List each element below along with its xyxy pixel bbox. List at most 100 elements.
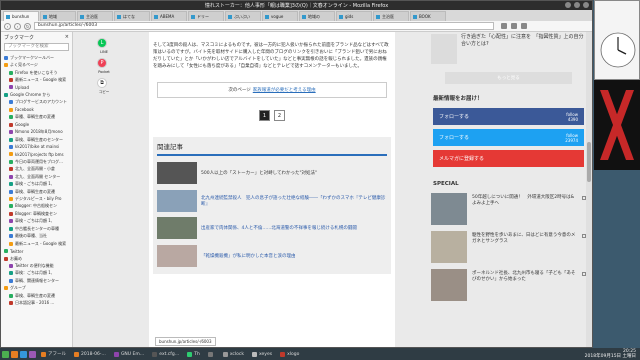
bookmark-item[interactable]: 中古艦長センターの車種: [1, 225, 72, 232]
tab[interactable]: BOOK: [410, 11, 446, 21]
recommended-article[interactable]: 行き過ぎた「心配性」に注意を 「指図性質」上の自分合い方とは?: [431, 32, 586, 66]
bookmark-item[interactable]: 車検、車輌生産の変遷: [1, 292, 72, 299]
bookmark-item[interactable]: 車輌、関連情報センター: [1, 277, 72, 284]
bookmark-item[interactable]: 最新ニュース - Google 検索: [1, 240, 72, 247]
scrollbar-thumb[interactable]: [587, 142, 591, 182]
more-button[interactable]: もっと見る: [445, 72, 572, 84]
line-share-icon[interactable]: L: [97, 38, 107, 48]
line-share-label: LINE: [100, 50, 108, 54]
close-button[interactable]: [583, 2, 589, 8]
window-titlebar[interactable]: 憧れストーカー：他人事形「親は職業]3の(Q)｜文春オンライン - Mozill…: [1, 1, 592, 10]
minimize-button[interactable]: [565, 2, 571, 8]
related-item[interactable]: 出産家で肉体関係、4人と不倫……北海道警の不祥事を報じ続ける札幌の闘闘: [157, 215, 387, 241]
related-item[interactable]: 500人以上の「ストーカー」と対峙してわかった"対処法": [157, 160, 387, 186]
bookmark-item[interactable]: 北九、全面再開 センター: [1, 173, 72, 180]
bookmark-item[interactable]: グループ: [1, 285, 72, 292]
bookmark-item[interactable]: 車検：ごちは月額 1,: [1, 270, 72, 277]
bookmark-item[interactable]: Upload: [1, 84, 72, 91]
address-bar[interactable]: bunshun.jp/articles/-/6003: [34, 22, 494, 30]
tab[interactable]: 地域の: [299, 11, 335, 21]
bookmark-item[interactable]: お薦め: [1, 255, 72, 262]
special-item[interactable]: ポーネルンド社長、北九州市も寝る「子ども「あそびのせかい」から始まった: [431, 269, 586, 305]
taskbar-task[interactable]: GNU Em…: [111, 350, 147, 359]
bookmark-item[interactable]: Google Chrome から: [1, 91, 72, 98]
bookmark-item[interactable]: 車検・ごちは月額 1,: [1, 218, 72, 225]
bookmark-item[interactable]: Nmono 2018年8月mono: [1, 128, 72, 135]
next-page-link[interactable]: 家族報道が必要だと考える理由: [253, 87, 316, 93]
taskbar-task[interactable]: ext.cfg…: [149, 350, 182, 359]
page-2-button[interactable]: 2: [274, 110, 285, 121]
bookmark-item[interactable]: 今日の車両運用をブログ…: [1, 158, 72, 165]
bookmark-item[interactable]: ブログサービスのアカウント: [1, 99, 72, 106]
tab[interactable]: 主治医: [373, 11, 409, 21]
tab[interactable]: ぶいぶい: [225, 11, 261, 21]
bookmark-item[interactable]: 車検、車輌生産の変遷: [1, 188, 72, 195]
tab[interactable]: bunshun: [3, 11, 39, 21]
bookmark-item[interactable]: Google: [1, 121, 72, 128]
bookmark-item[interactable]: Twitter: [1, 247, 72, 254]
pocket-share-icon[interactable]: P: [97, 58, 107, 68]
taskbar-task[interactable]: xeyes: [249, 350, 275, 359]
taskbar-clock[interactable]: 20:25 2018年09月15日 土曜日: [585, 349, 638, 359]
bookmark-icon: [9, 85, 13, 90]
bookmark-label: 車検、車輌生産のセンター: [15, 136, 63, 142]
bookmark-item[interactable]: Blogger: 中古船検セン: [1, 203, 72, 210]
terminal-launcher-icon[interactable]: [29, 350, 36, 358]
close-icon[interactable]: ×: [65, 34, 69, 40]
reload-button[interactable]: ↻: [24, 22, 31, 30]
bookmark-item[interactable]: 最新ニュース - Google 検索: [1, 76, 72, 83]
bookmark-item[interactable]: 車検・ごちは月額 1,: [1, 180, 72, 187]
page-scrollbar[interactable]: [586, 32, 592, 347]
xeyes-window[interactable]: [594, 80, 640, 170]
page-1-button[interactable]: 1: [259, 110, 270, 121]
bookmark-item[interactable]: 日本語記事 - 2016 ...: [1, 299, 72, 306]
sidebar-toggle-icon[interactable]: [511, 23, 517, 29]
taskbar-task[interactable]: Th: [184, 350, 203, 359]
tab[interactable]: はてな: [114, 11, 150, 21]
bookmark-item[interactable]: よく見るページ: [1, 61, 72, 68]
taskbar-task[interactable]: アフール: [38, 350, 69, 359]
newsletter-button[interactable]: メルマガに登録する: [433, 150, 584, 167]
files-launcher-icon[interactable]: [20, 350, 27, 358]
special-item[interactable]: 駆性を野性を歩いあまに、日はどに有意う今意のメガネとサングラス: [431, 231, 586, 267]
menu-icon[interactable]: [521, 23, 527, 29]
firefox-launcher-icon[interactable]: [11, 350, 18, 358]
xclock-window[interactable]: [594, 0, 640, 80]
back-button[interactable]: ‹: [4, 22, 11, 30]
maximize-button[interactable]: [574, 2, 580, 8]
bookmark-item[interactable]: Firefox を使いこなそう: [1, 69, 72, 76]
taskbar-task[interactable]: xlogo: [277, 350, 302, 359]
library-icon[interactable]: [501, 23, 507, 29]
tab[interactable]: ドリー: [188, 11, 224, 21]
tab[interactable]: ABEMA: [151, 11, 187, 21]
bookmark-item[interactable]: Twitter の便利な機能: [1, 262, 72, 269]
tab[interactable]: 主治医: [77, 11, 113, 21]
bookmark-item[interactable]: ブックマークツールバー: [1, 54, 72, 61]
sidebar-header[interactable]: ブックマーク ×: [1, 32, 72, 42]
bookmark-item[interactable]: kk2017/projects ftp bms: [1, 151, 72, 158]
copy-link-icon[interactable]: ⧉: [97, 78, 107, 88]
bookmark-search-input[interactable]: ブックマークを検索: [4, 43, 69, 51]
bookmark-item[interactable]: 北九、全面再開・小倉: [1, 166, 72, 173]
bookmark-icon: [9, 174, 13, 179]
related-item[interactable]: 北九州連続監禁殺人 犯人の息子が語った壮絶な経験――「わずかのスマホ『テレビ健康…: [157, 187, 387, 214]
bookmark-item[interactable]: 最後の車種、当社: [1, 233, 72, 240]
tab[interactable]: 地域: [40, 11, 76, 21]
twitter-follow-button[interactable]: フォローする follow 23974: [433, 129, 584, 146]
taskbar-task[interactable]: xclock: [220, 350, 247, 359]
taskbar-task[interactable]: 2018-06-…: [71, 350, 109, 359]
tab[interactable]: gids: [336, 11, 372, 21]
facebook-follow-button[interactable]: フォローする follow 4390: [433, 108, 584, 125]
related-item[interactable]: 「乾燥機殺機」が私に明かした本音と涙の理由: [157, 242, 387, 269]
tab[interactable]: vogue: [262, 11, 298, 21]
forward-button[interactable]: ›: [14, 22, 21, 30]
bookmark-item[interactable]: Blogger: 車輌検査セン: [1, 210, 72, 217]
start-menu-icon[interactable]: [2, 350, 9, 358]
bookmark-item[interactable]: kk2017/bike at mainsi: [1, 143, 72, 150]
bookmark-item[interactable]: デジタルピース・bily Pro: [1, 195, 72, 202]
bookmark-item[interactable]: 車種、車輌生産の変遷: [1, 114, 72, 121]
special-item[interactable]: 50年越しについに開通！ 外環道大阪区2時号は&よみよ上手へ: [431, 193, 586, 229]
bookmark-item[interactable]: 車検、車輌生産のセンター: [1, 136, 72, 143]
taskbar-task[interactable]: [205, 350, 218, 359]
bookmark-item[interactable]: Facebook: [1, 106, 72, 113]
